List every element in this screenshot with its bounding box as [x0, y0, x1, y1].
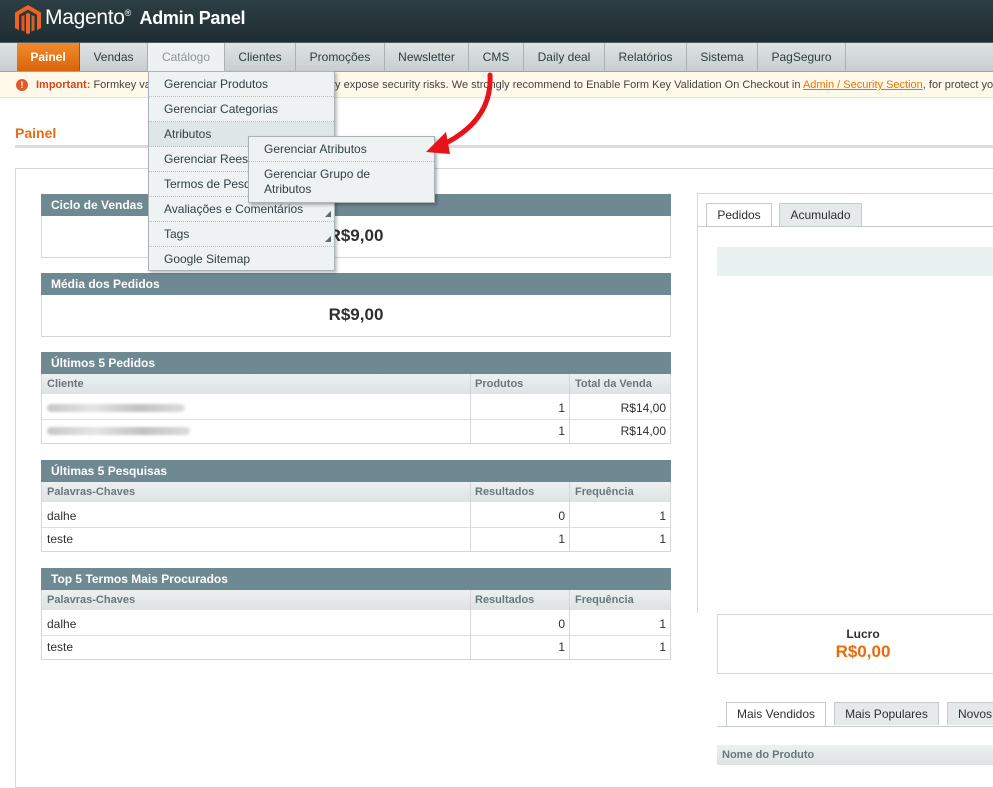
tab-mais-populares[interactable]: Mais Populares [834, 702, 939, 725]
submenu-arrow-icon: ◢ [324, 234, 331, 243]
trademark: ® [124, 8, 132, 18]
cell-total: R$14,00 [620, 424, 666, 438]
notice-important-label: Important: [36, 79, 91, 91]
cell-keyword: dalhe [47, 509, 77, 523]
tab-pedidos[interactable]: Pedidos [706, 203, 772, 227]
tab-acumulado[interactable]: Acumulado [779, 203, 862, 226]
cell-frequency: 1 [659, 617, 666, 631]
grid-header: Palavras-Chaves Resultados Frequência [42, 590, 670, 610]
cell-results: 1 [558, 640, 565, 654]
col-product-name[interactable]: Nome do Produto [717, 745, 993, 765]
nav-cms[interactable]: CMS [469, 43, 524, 71]
menu-item-manage-products[interactable]: Gerenciar Produtos [149, 72, 334, 97]
cell-results: 1 [558, 532, 565, 546]
cell-keyword: teste [47, 532, 74, 546]
menu-item-manage-attribute-sets[interactable]: Gerenciar Grupo de Atributos [249, 167, 419, 197]
notice-text-start: Formkey va [90, 79, 151, 91]
col-cliente[interactable]: Cliente [47, 374, 84, 394]
nav-clientes[interactable]: Clientes [225, 43, 296, 71]
profit-box: Lucro R$0,00 [717, 614, 993, 674]
col-results[interactable]: Resultados [475, 590, 534, 610]
customer-name-redacted [47, 420, 190, 442]
cell-products: 1 [558, 401, 565, 415]
col-produtos[interactable]: Produtos [475, 374, 523, 394]
notice-text-end: , for protect yo [922, 79, 993, 91]
customer-name-redacted [47, 397, 185, 419]
menu-item-label: Tags [164, 227, 190, 241]
last-orders-grid: Cliente Produtos Total da Venda 1 R$14,0… [41, 374, 671, 444]
top-searches-header: Top 5 Termos Mais Procurados [41, 568, 671, 590]
table-row[interactable]: 1 R$14,00 [42, 397, 670, 420]
cell-frequency: 1 [659, 509, 666, 523]
menu-item-manage-categories[interactable]: Gerenciar Categorias [149, 97, 334, 122]
cell-total: R$14,00 [620, 401, 666, 415]
avg-orders-box: R$9,00 [41, 295, 671, 337]
grid-header: Palavras-Chaves Resultados Frequência [42, 482, 670, 502]
nav-newsletter[interactable]: Newsletter [385, 43, 469, 71]
col-results[interactable]: Resultados [475, 482, 534, 502]
nav-sistema[interactable]: Sistema [687, 43, 758, 71]
menu-item-google-sitemap[interactable]: Google Sitemap [149, 247, 334, 272]
nav-relatorios[interactable]: Relatórios [605, 43, 687, 71]
col-total[interactable]: Total da Venda [575, 374, 652, 394]
cell-keyword: teste [47, 640, 74, 654]
submenu-arrow-icon: ◢ [324, 209, 331, 218]
tab-underline [697, 226, 993, 227]
chart-area [717, 247, 993, 276]
nav-pagseguro[interactable]: PagSeguro [758, 43, 846, 71]
avg-orders-header: Média dos Pedidos [41, 273, 671, 295]
tab-novos[interactable]: Novos [947, 702, 993, 725]
magento-logo-icon [15, 5, 41, 35]
annotation-arrow-icon [426, 72, 493, 154]
attributes-submenu: Gerenciar Atributos Gerenciar Grupo de A… [248, 136, 435, 203]
submenu-divider [249, 159, 434, 162]
tab-underline [717, 726, 993, 727]
profit-value: R$0,00 [835, 642, 891, 661]
nav-painel[interactable]: Painel [17, 43, 80, 71]
menu-item-tags[interactable]: Tags ◢ [149, 222, 334, 247]
menu-item-manage-attributes[interactable]: Gerenciar Atributos [249, 142, 434, 157]
notice-text-middle: ay expose security risks. We strongly re… [328, 79, 803, 91]
table-row[interactable]: 1 R$14,00 [42, 420, 670, 443]
nav-promocoes[interactable]: Promoções [296, 43, 385, 71]
page-title: Painel [15, 125, 57, 141]
brand-name: Magento [45, 6, 125, 29]
main-nav: Painel Vendas Catálogo Clientes Promoçõe… [0, 42, 993, 72]
cell-products: 1 [558, 424, 565, 438]
profit-label: Lucro [846, 627, 880, 641]
tab-mais-vendidos[interactable]: Mais Vendidos [726, 702, 826, 726]
col-keywords[interactable]: Palavras-Chaves [47, 482, 135, 502]
warning-icon: ! [16, 79, 28, 91]
last-searches-grid: Palavras-Chaves Resultados Frequência da… [41, 482, 671, 552]
admin-header: Magento® Admin Panel [0, 0, 993, 42]
col-frequency[interactable]: Frequência [575, 482, 634, 502]
cell-frequency: 1 [659, 640, 666, 654]
table-row[interactable]: dalhe 0 1 [42, 613, 670, 636]
app-subtitle: Admin Panel [139, 8, 246, 28]
table-row[interactable]: teste 1 1 [42, 528, 670, 551]
col-frequency[interactable]: Frequência [575, 590, 634, 610]
grid-header: Cliente Produtos Total da Venda [42, 374, 670, 394]
cell-results: 0 [558, 617, 565, 631]
last-searches-header: Últimas 5 Pesquisas [41, 460, 671, 482]
cell-frequency: 1 [659, 532, 666, 546]
last-orders-header: Últimos 5 Pedidos [41, 352, 671, 374]
cell-results: 0 [558, 509, 565, 523]
table-row[interactable]: dalhe 0 1 [42, 505, 670, 528]
nav-vendas[interactable]: Vendas [80, 43, 148, 71]
col-keywords[interactable]: Palavras-Chaves [47, 590, 135, 610]
menu-item-label: Atributos [164, 127, 212, 141]
security-section-link[interactable]: Admin / Security Section [803, 79, 923, 91]
top-searches-grid: Palavras-Chaves Resultados Frequência da… [41, 590, 671, 660]
menu-item-label: Avaliações e Comentários [164, 202, 304, 216]
table-row[interactable]: teste 1 1 [42, 636, 670, 659]
sales-cycle-value: R$9,00 [328, 226, 384, 245]
cell-keyword: dalhe [47, 617, 77, 631]
app-logo-text[interactable]: Magento® Admin Panel [45, 6, 246, 30]
nav-catalogo[interactable]: Catálogo [148, 43, 225, 71]
sales-cycle-box: R$9,00 [41, 216, 671, 258]
avg-orders-value: R$9,00 [328, 305, 384, 324]
nav-daily-deal[interactable]: Daily deal [524, 43, 605, 71]
